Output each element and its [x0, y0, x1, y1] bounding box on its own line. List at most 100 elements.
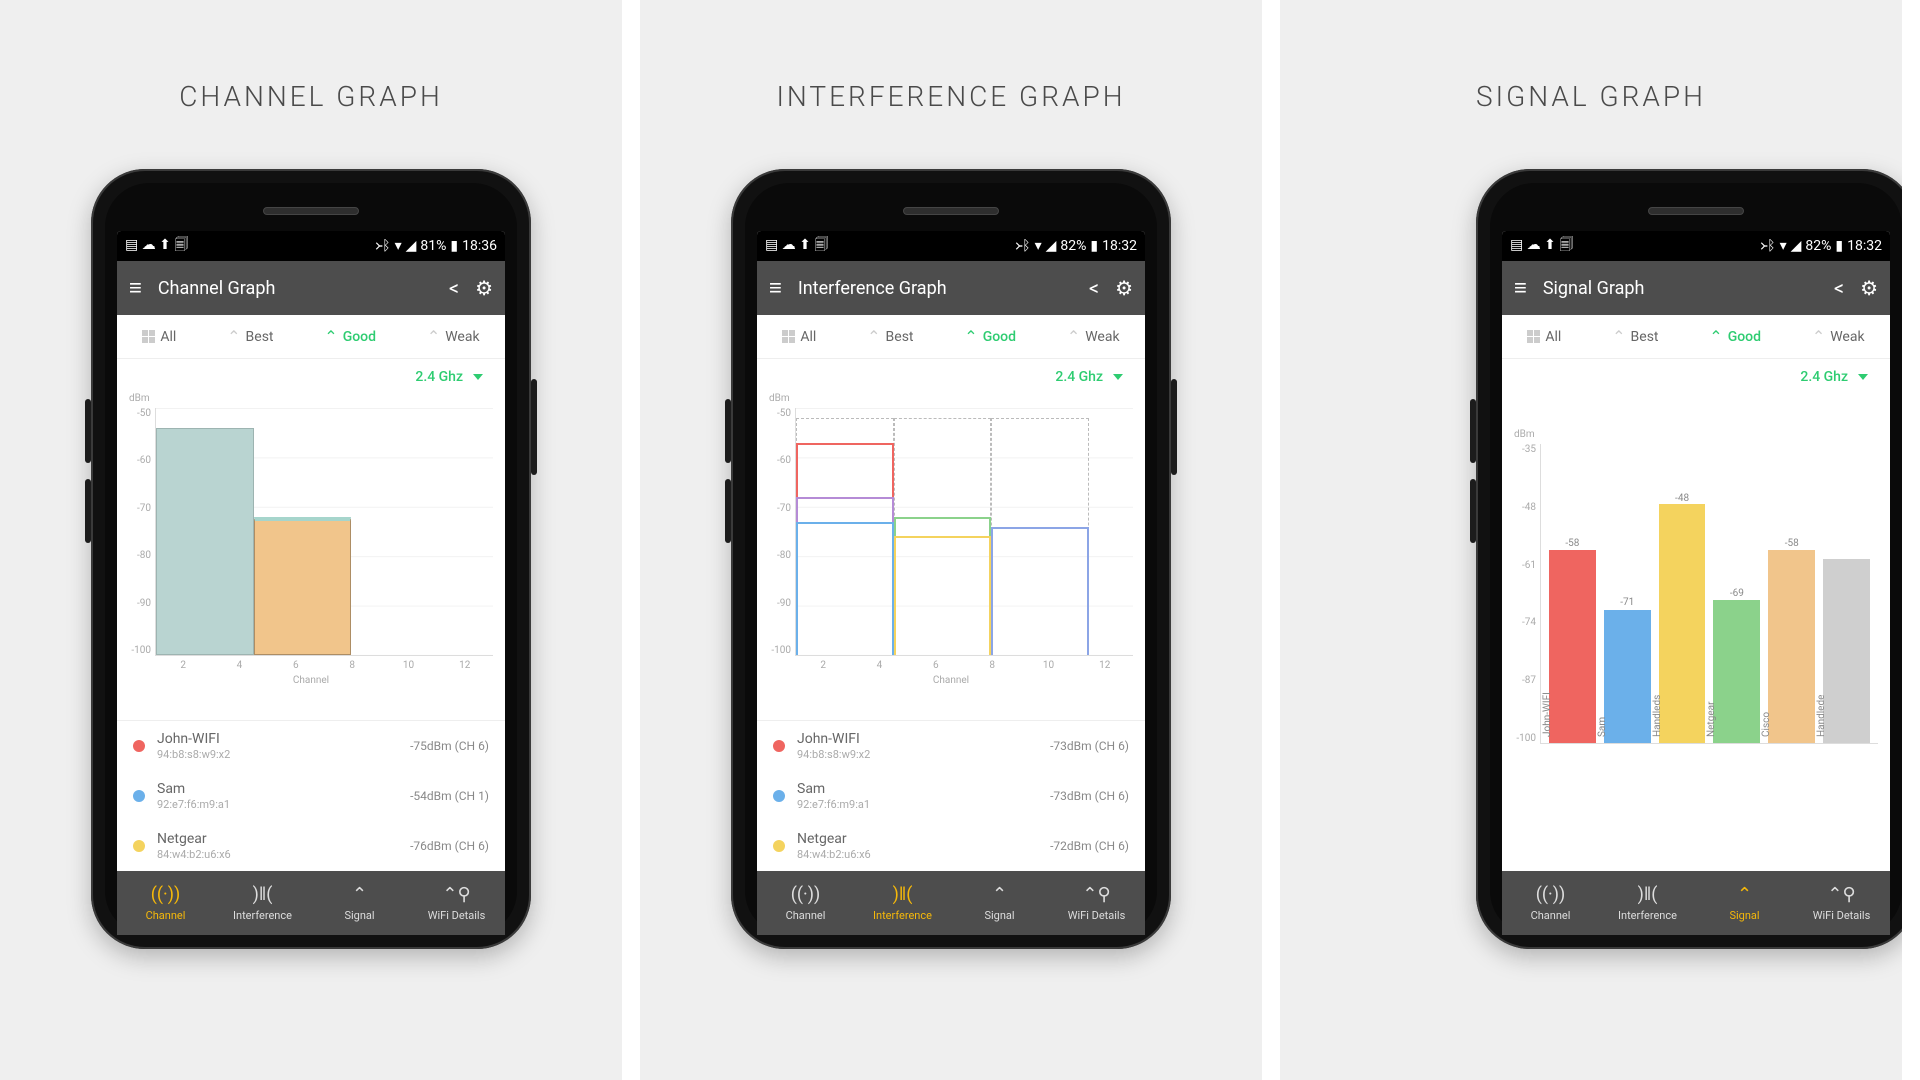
channel-icon: ((·)): [791, 884, 821, 905]
nav-wifidetails[interactable]: ⌃⚲WiFi Details: [1048, 871, 1145, 935]
bluetooth-icon: ᚛ᛒ: [1760, 238, 1776, 254]
wifi-details-icon: ⌃⚲: [1827, 884, 1855, 905]
panel-interference: INTERFERENCE GRAPH ▤ ☁ ⬆ 🗐 ᚛ᛒ ▾ ◢ 82% ▮ …: [640, 0, 1280, 1080]
signal-value: -73dBm (CH 6): [1050, 739, 1129, 753]
filter-best[interactable]: ⌃Best: [867, 329, 913, 345]
filter-all[interactable]: All: [1527, 329, 1561, 345]
nav-wifidetails[interactable]: ⌃⚲WiFi Details: [408, 871, 505, 935]
filter-good[interactable]: ⌃Good: [964, 329, 1016, 345]
filter-best[interactable]: ⌃Best: [1612, 329, 1658, 345]
signal-value: -54dBm (CH 1): [410, 789, 489, 803]
menu-icon[interactable]: ≡: [769, 275, 782, 301]
bottom-nav: ((·))Channel )‖(Interference ⌃Signal ⌃⚲W…: [1502, 871, 1890, 935]
list-item[interactable]: Sam92:e7:f6:m9:a1 -73dBm (CH 6): [757, 771, 1145, 821]
battery-pct: 82%: [1060, 238, 1086, 254]
signal-icon: ⌃: [352, 884, 367, 905]
network-list: John-WIFI94:b8:s8:w9:x2 -73dBm (CH 6) Sa…: [757, 720, 1145, 871]
list-item[interactable]: Netgear84:w4:b2:u6:x6 -76dBm (CH 6): [117, 821, 505, 871]
bar-category-label: Sam: [1597, 717, 1608, 737]
appbar-title: Channel Graph: [158, 278, 433, 299]
battery-pct: 81%: [420, 238, 446, 254]
signal-icon: ⌃: [1737, 884, 1752, 905]
nav-wifidetails[interactable]: ⌃⚲WiFi Details: [1793, 871, 1890, 935]
phone-frame: ▤ ☁ ⬆ 🗐 ᚛ᛒ ▾ ◢ 82% ▮ 18:32 ≡ Interferenc…: [731, 169, 1171, 949]
app-bar: ≡ Channel Graph < ⚙: [117, 261, 505, 315]
wifi-icon: ▾: [395, 238, 402, 254]
chart-outline-bar: [991, 527, 1089, 655]
nav-signal[interactable]: ⌃Signal: [1696, 871, 1793, 935]
band-selector[interactable]: 2.4 Ghz: [117, 359, 505, 389]
list-item[interactable]: Sam92:e7:f6:m9:a1 -54dBm (CH 1): [117, 771, 505, 821]
signal-value: -76dBm (CH 6): [410, 839, 489, 853]
filter-weak[interactable]: ⌃Weak: [1812, 329, 1865, 345]
bar-value-label: -69: [1730, 588, 1744, 599]
share-icon[interactable]: <: [449, 276, 459, 300]
band-selector[interactable]: 2.4 Ghz: [757, 359, 1145, 389]
filter-weak[interactable]: ⌃Weak: [427, 329, 480, 345]
dropdown-icon: [473, 374, 483, 380]
panel-signal: SIGNAL GRAPH ▤ ☁ ⬆ 🗐 ᚛ᛒ ▾ ◢ 82% ▮ 18:32: [1280, 0, 1920, 1080]
nav-interference[interactable]: )‖(Interference: [854, 871, 951, 935]
signal-bar: -71 Sam: [1604, 444, 1651, 743]
filter-good[interactable]: ⌃Good: [1709, 329, 1761, 345]
filter-best[interactable]: ⌃Best: [227, 329, 273, 345]
color-dot: [133, 740, 145, 752]
share-icon[interactable]: <: [1089, 276, 1099, 300]
nav-interference[interactable]: )‖(Interference: [1599, 871, 1696, 935]
appbar-title: Interference Graph: [798, 278, 1073, 299]
signal-value: -75dBm (CH 6): [410, 739, 489, 753]
signal-bar: Handlede: [1823, 444, 1870, 743]
nav-channel[interactable]: ((·))Channel: [1502, 871, 1599, 935]
x-axis-title: Channel: [129, 675, 493, 686]
bottom-nav: ((·))Channel )‖(Interference ⌃Signal ⌃⚲W…: [117, 871, 505, 935]
phone-vol-down: [85, 479, 91, 543]
list-item[interactable]: John-WIFI94:b8:s8:w9:x2 -75dBm (CH 6): [117, 721, 505, 771]
list-item[interactable]: John-WIFI94:b8:s8:w9:x2 -73dBm (CH 6): [757, 721, 1145, 771]
wifi-details-icon: ⌃⚲: [442, 884, 470, 905]
filter-row: All ⌃Best ⌃Good ⌃Weak: [757, 315, 1145, 359]
panel-channel: CHANNEL GRAPH ▤ ☁ ⬆ 🗐 ᚛ᛒ ▾ ◢ 81% ▮: [0, 0, 640, 1080]
filter-weak[interactable]: ⌃Weak: [1067, 329, 1120, 345]
status-notif-icons: ▤ ☁ ⬆ 🗐: [765, 234, 828, 258]
filter-all[interactable]: All: [782, 329, 816, 345]
channel-chart: dBm -50 -60 -70 -80 -90 -100: [117, 389, 505, 720]
y-axis-ticks: -35-48-61-74-87-100: [1514, 444, 1540, 744]
signal-value: -72dBm (CH 6): [1050, 839, 1129, 853]
interference-icon: )‖(: [253, 884, 273, 905]
nav-signal[interactable]: ⌃Signal: [311, 871, 408, 935]
phone-vol-up: [1470, 399, 1476, 463]
appbar-title: Signal Graph: [1543, 278, 1818, 299]
band-selector[interactable]: 2.4 Ghz: [1502, 359, 1890, 389]
settings-icon[interactable]: ⚙: [475, 276, 493, 300]
battery-pct: 82%: [1805, 238, 1831, 254]
nav-interference[interactable]: )‖(Interference: [214, 871, 311, 935]
settings-icon[interactable]: ⚙: [1115, 276, 1133, 300]
signal-bar: -69 Netgear: [1713, 444, 1760, 743]
nav-channel[interactable]: ((·))Channel: [757, 871, 854, 935]
signal-chart: dBm -35-48-61-74-87-100 -58 John-WIFI: [1502, 389, 1890, 744]
menu-icon[interactable]: ≡: [129, 275, 142, 301]
bar-category-label: Netgear: [1706, 702, 1717, 737]
share-icon[interactable]: <: [1834, 276, 1844, 300]
bar-value-label: -58: [1565, 538, 1579, 549]
channel-icon: ((·)): [1536, 884, 1566, 905]
filter-all[interactable]: All: [142, 329, 176, 345]
panel-title: CHANNEL GRAPH: [179, 80, 443, 113]
settings-icon[interactable]: ⚙: [1860, 276, 1878, 300]
color-dot: [133, 840, 145, 852]
phone-frame: ▤ ☁ ⬆ 🗐 ᚛ᛒ ▾ ◢ 82% ▮ 18:32 ≡ Signal Grap…: [1476, 169, 1916, 949]
color-dot: [773, 840, 785, 852]
bar-value-label: -71: [1620, 597, 1634, 608]
panel-title: INTERFERENCE GRAPH: [776, 80, 1125, 113]
wifi-icon: ▾: [1035, 238, 1042, 254]
filter-row: All ⌃Best ⌃Good ⌃Weak: [1502, 315, 1890, 359]
chart-outline-bar: [894, 536, 992, 655]
menu-icon[interactable]: ≡: [1514, 275, 1527, 301]
cell-icon: ◢: [1046, 238, 1057, 254]
list-item[interactable]: Netgear84:w4:b2:u6:x6 -72dBm (CH 6): [757, 821, 1145, 871]
bar-value-label: -48: [1675, 493, 1689, 504]
filter-good[interactable]: ⌃Good: [324, 329, 376, 345]
bottom-nav: ((·))Channel )‖(Interference ⌃Signal ⌃⚲W…: [757, 871, 1145, 935]
nav-signal[interactable]: ⌃Signal: [951, 871, 1048, 935]
nav-channel[interactable]: ((·))Channel: [117, 871, 214, 935]
